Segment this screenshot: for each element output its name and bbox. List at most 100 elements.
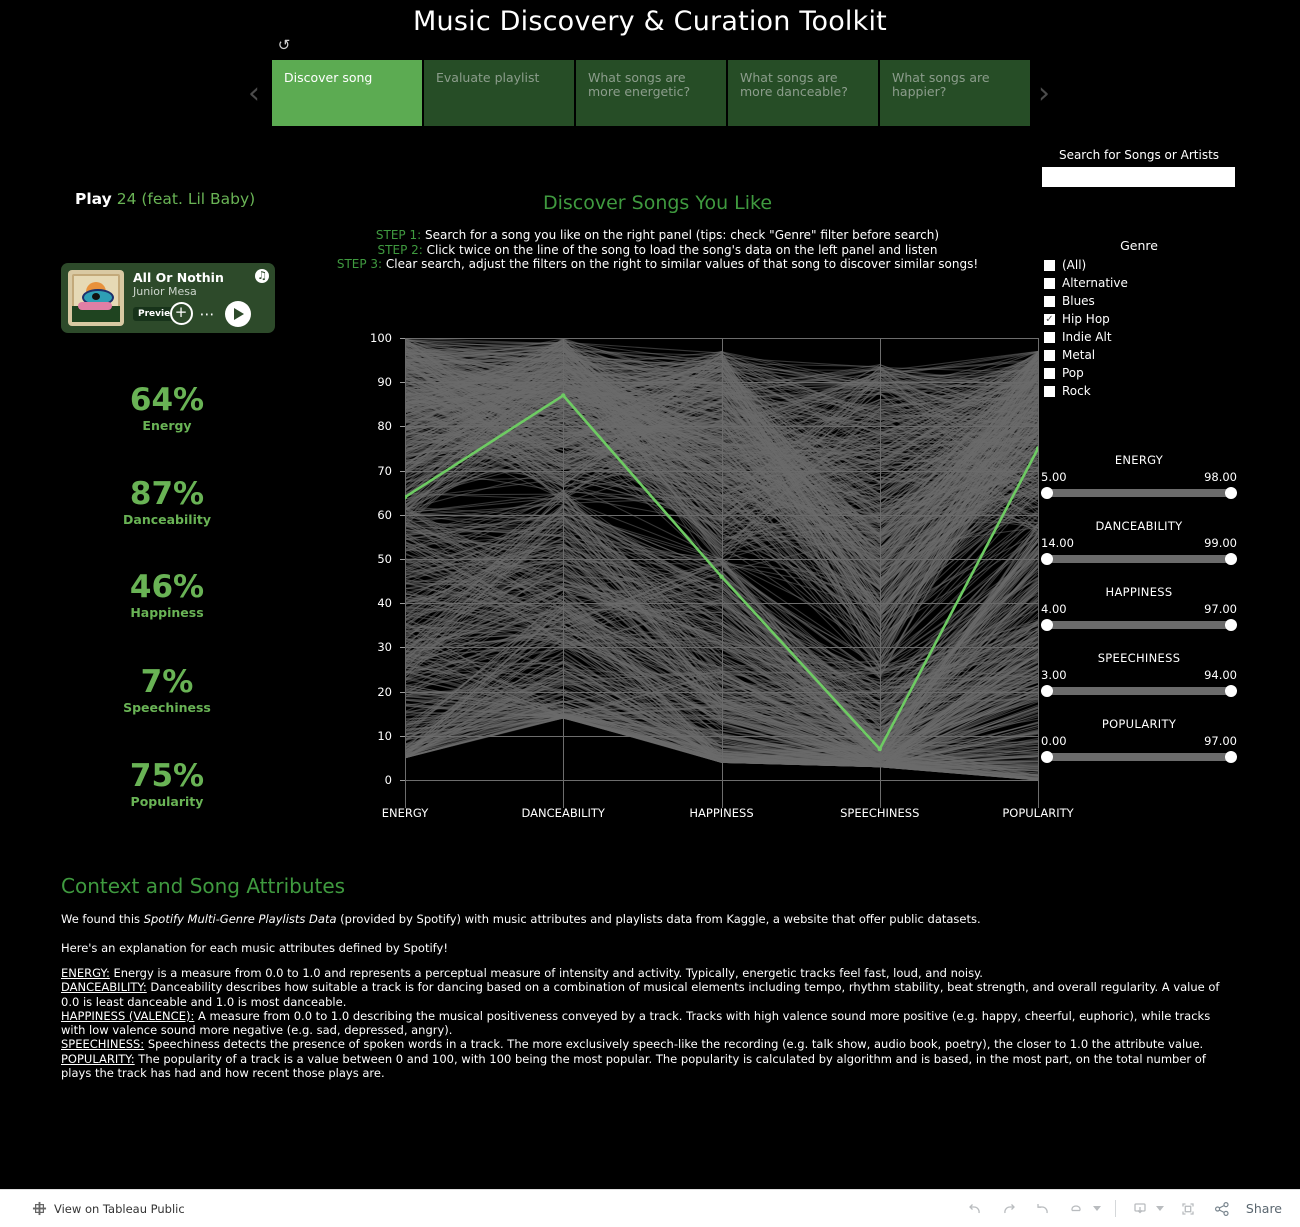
genre-checkbox-indie-alt[interactable]: Indie Alt xyxy=(1044,328,1240,346)
parallel-coordinates-chart[interactable]: 0 10 20 30 40 50 60 70 80 90 100 ENERGY DANCEABILITY… xyxy=(300,330,1074,830)
checkbox-box[interactable] xyxy=(1044,277,1055,289)
checkbox-box[interactable] xyxy=(1044,385,1055,397)
instruction-steps: STEP 1: Search for a song you like on th… xyxy=(300,228,1015,272)
tabs-next-arrow[interactable]: › xyxy=(1033,78,1055,112)
tab-what-songs-are-happier[interactable]: What songs are happier? xyxy=(880,60,1030,126)
slider-track[interactable] xyxy=(1041,619,1237,631)
tab-evaluate-playlist[interactable]: Evaluate playlist xyxy=(424,60,574,126)
slider-popularity[interactable]: POPULARITY 0.00 97.00 xyxy=(1041,717,1237,763)
stat-label: Popularity xyxy=(130,794,204,809)
y-tick-label: 40 xyxy=(377,596,392,611)
search-input[interactable] xyxy=(1042,167,1235,187)
slider-handle-max[interactable] xyxy=(1225,685,1237,697)
genre-checkbox-rock[interactable]: Rock xyxy=(1044,382,1240,400)
slider-track[interactable] xyxy=(1041,487,1237,499)
stat-label: Energy xyxy=(142,418,192,433)
genre-label: Rock xyxy=(1062,384,1091,398)
play-label: Play xyxy=(75,190,112,208)
share-icon[interactable] xyxy=(1212,1199,1232,1219)
y-tick-label: 20 xyxy=(377,684,392,699)
slider-label: SPEECHINESS xyxy=(1097,651,1181,665)
redo-icon[interactable] xyxy=(999,1199,1019,1219)
genre-checkbox-blues[interactable]: Blues xyxy=(1044,292,1240,310)
play-icon[interactable] xyxy=(224,300,251,327)
definition-happiness: HAPPINESS (VALENCE): A measure from 0.0 … xyxy=(61,1009,1236,1038)
undo-icon[interactable] xyxy=(965,1199,985,1219)
genre-checkbox-alternative[interactable]: Alternative xyxy=(1044,274,1240,292)
checkbox-box[interactable] xyxy=(1044,313,1055,325)
x-axis-label-danceability: DANCEABILITY xyxy=(521,806,605,820)
genre-checkbox-hip-hop[interactable]: Hip Hop xyxy=(1044,310,1240,328)
tab-what-songs-are-more-danceable[interactable]: What songs are more danceable? xyxy=(728,60,878,126)
slider-track[interactable] xyxy=(1041,553,1237,565)
plus-circle-icon[interactable]: + xyxy=(169,302,193,325)
plot-area[interactable]: 0 10 20 30 40 50 60 70 80 90 100 ENERGY DANCEABILITY… xyxy=(370,331,1074,820)
checkbox-box[interactable] xyxy=(1044,295,1055,307)
checkbox-box[interactable] xyxy=(1044,367,1055,379)
slider-handle-max[interactable] xyxy=(1225,487,1237,499)
slider-happiness[interactable]: HAPPINESS 4.00 97.00 xyxy=(1041,585,1237,631)
x-axis-label-happiness: HAPPINESS xyxy=(689,806,754,820)
slider-energy[interactable]: ENERGY 5.00 98.00 xyxy=(1041,453,1237,499)
slider-min-value: 3.00 xyxy=(1041,668,1067,682)
slider-speechiness[interactable]: SPEECHINESS 3.00 94.00 xyxy=(1041,651,1237,697)
tab-what-songs-are-more-energetic[interactable]: What songs are more energetic? xyxy=(576,60,726,126)
context-paragraph-1: We found this Spotify Multi-Genre Playli… xyxy=(61,912,1236,926)
y-tick-label: 10 xyxy=(377,728,392,743)
highlight-point[interactable] xyxy=(719,574,724,579)
genre-label: Hip Hop xyxy=(1062,312,1110,326)
pause-dropdown-icon[interactable] xyxy=(1092,1206,1101,1211)
slider-handle-min[interactable] xyxy=(1041,619,1053,631)
spotify-card-text: All Or Nothin Junior Mesa Preview + ⋯ xyxy=(133,270,275,327)
slider-max-value: 99.00 xyxy=(1204,536,1237,550)
ctx-p1-italic: Spotify Multi-Genre Playlists Data xyxy=(143,912,337,926)
slider-handle-min[interactable] xyxy=(1041,553,1053,565)
slider-handle-max[interactable] xyxy=(1225,619,1237,631)
step-key: STEP 1: xyxy=(375,228,422,242)
slider-danceability[interactable]: DANCEABILITY 14.00 99.00 xyxy=(1041,519,1237,565)
genre-label: Blues xyxy=(1062,294,1095,308)
instruction-step-1: STEP 1: Search for a song you like on th… xyxy=(300,228,1015,243)
fullscreen-icon[interactable] xyxy=(1178,1199,1198,1219)
download-dropdown-icon[interactable] xyxy=(1155,1206,1164,1211)
reset-icon[interactable]: ↺ xyxy=(276,38,292,54)
refresh-icon[interactable] xyxy=(1067,1199,1087,1219)
slider-track[interactable] xyxy=(1041,685,1237,697)
y-tick-label: 0 xyxy=(384,773,392,787)
share-label[interactable]: Share xyxy=(1246,1201,1282,1216)
genre-checkbox-pop[interactable]: Pop xyxy=(1044,364,1240,382)
slider-handle-max[interactable] xyxy=(1225,553,1237,565)
slider-handle-min[interactable] xyxy=(1041,685,1053,697)
chart-title: Discover Songs You Like xyxy=(542,192,773,214)
view-on-tableau-public[interactable]: View on Tableau Public xyxy=(32,1201,185,1216)
checkbox-box[interactable] xyxy=(1044,331,1055,343)
slider-label: HAPPINESS xyxy=(1105,585,1173,599)
highlight-point[interactable] xyxy=(877,746,882,752)
slider-track[interactable] xyxy=(1041,751,1237,763)
x-axis-label-popularity: POPULARITY xyxy=(1002,806,1074,820)
checkbox-box[interactable] xyxy=(1044,349,1055,361)
genre-label: Pop xyxy=(1062,366,1084,380)
genre-checkbox-metal[interactable]: Metal xyxy=(1044,346,1240,364)
slider-handle-min[interactable] xyxy=(1041,487,1053,499)
tabs-prev-arrow[interactable]: ‹ xyxy=(243,78,265,112)
spotify-player-card[interactable]: All Or Nothin Junior Mesa Preview + ⋯ ♫ xyxy=(61,263,275,333)
definition-text: Speechiness detects the presence of spok… xyxy=(144,1037,1204,1052)
highlight-point[interactable] xyxy=(561,393,566,398)
page-title: Music Discovery & Curation Toolkit xyxy=(413,6,887,37)
stat-label: Danceability xyxy=(123,512,211,527)
ctx-p1-a: We found this xyxy=(61,912,144,926)
more-options-icon[interactable]: ⋯ xyxy=(200,306,217,321)
y-tick-label: 100 xyxy=(370,331,392,345)
step-text: Click twice on the line of the song to l… xyxy=(422,242,938,257)
slider-handle-min[interactable] xyxy=(1041,751,1053,763)
revert-icon[interactable] xyxy=(1033,1199,1053,1219)
slider-handle-max[interactable] xyxy=(1225,751,1237,763)
tab-discover-song[interactable]: Discover song xyxy=(272,60,422,126)
genre-checkbox-all[interactable]: (All) xyxy=(1044,256,1240,274)
slider-min-value: 14.00 xyxy=(1041,536,1074,550)
stat-value: 46% xyxy=(129,569,205,605)
search-label: Search for Songs or Artists xyxy=(1058,148,1220,162)
download-icon[interactable] xyxy=(1130,1199,1150,1219)
checkbox-box[interactable] xyxy=(1044,259,1055,271)
